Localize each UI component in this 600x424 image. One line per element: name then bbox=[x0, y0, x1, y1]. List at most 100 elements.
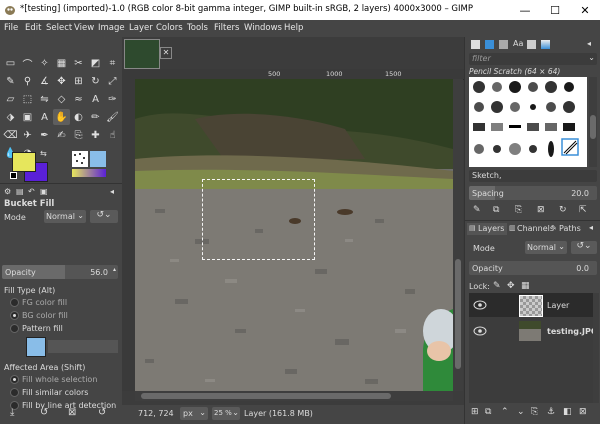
scissors-icon[interactable]: ✂ bbox=[70, 55, 87, 71]
gradients-tab-icon[interactable] bbox=[541, 40, 550, 49]
tab-paths[interactable]: ✎ Paths bbox=[551, 223, 587, 235]
menu-filters[interactable]: Filters bbox=[214, 23, 239, 33]
images-tab-icon[interactable]: ▣ bbox=[40, 187, 48, 196]
layer-list-scrollbar[interactable] bbox=[593, 293, 599, 403]
paths-icon[interactable]: ✎ bbox=[2, 73, 19, 89]
open-brush-icon[interactable]: ⇱ bbox=[579, 205, 587, 215]
mode-reset-button[interactable]: ↺⌄ bbox=[90, 210, 118, 223]
maximize-button[interactable]: ☐ bbox=[540, 0, 570, 20]
layer-row[interactable]: Layer bbox=[469, 293, 593, 317]
tool-options-tab-icon[interactable]: ⚙ bbox=[4, 187, 11, 196]
pattern-preview[interactable] bbox=[90, 151, 106, 167]
warp-icon[interactable]: ≈ bbox=[70, 91, 87, 107]
brush-preview[interactable] bbox=[72, 151, 88, 167]
brush-grid-scroll-thumb[interactable] bbox=[590, 115, 596, 139]
delete-brush-icon[interactable]: ⊠ bbox=[537, 205, 545, 215]
new-layer-group-icon[interactable]: ⊞ bbox=[471, 407, 479, 417]
tab-channels[interactable]: ▥ Channels bbox=[509, 223, 554, 235]
bucket-fill-icon[interactable]: ✋ bbox=[53, 109, 70, 125]
heal-icon[interactable]: ✚ bbox=[87, 127, 104, 143]
restore-options-icon[interactable]: ↺ bbox=[40, 407, 48, 418]
undo-history-tab-icon[interactable]: ↶ bbox=[28, 187, 35, 196]
minimize-button[interactable]: — bbox=[510, 0, 540, 20]
radio-fill-whole[interactable] bbox=[10, 375, 19, 384]
menu-tools[interactable]: Tools bbox=[187, 23, 208, 33]
color-picker-icon[interactable]: ✑ bbox=[104, 91, 121, 107]
magnify-icon[interactable]: ⚲ bbox=[19, 73, 36, 89]
text-icon[interactable]: A bbox=[87, 91, 104, 107]
menu-view[interactable]: View bbox=[74, 23, 94, 33]
layers-opacity-slider[interactable]: Opacity 0.0 bbox=[469, 261, 597, 275]
handle-transform-icon[interactable]: ⬗ bbox=[2, 109, 19, 125]
menu-windows[interactable]: Windows bbox=[244, 23, 282, 33]
radio-fill-similar[interactable] bbox=[10, 388, 19, 397]
new-layer-icon[interactable]: ⧉ bbox=[485, 407, 491, 417]
perspective-icon[interactable]: ⬚ bbox=[19, 91, 36, 107]
dock-menu-icon[interactable]: ◂ bbox=[587, 39, 591, 48]
foreground-color-swatch[interactable] bbox=[12, 152, 36, 172]
radio-pattern-fill[interactable] bbox=[10, 324, 19, 333]
layers-mode-select[interactable]: Normal ⌄ bbox=[525, 241, 567, 254]
eye-icon[interactable] bbox=[473, 300, 487, 310]
duplicate-layer-icon[interactable]: ⎘ bbox=[531, 407, 538, 417]
raise-layer-icon[interactable]: ⌃ bbox=[501, 407, 509, 417]
brush-grid[interactable] bbox=[469, 77, 587, 167]
text-tool-icon[interactable]: A bbox=[36, 109, 53, 125]
save-options-icon[interactable]: ⤓ bbox=[10, 407, 14, 418]
text-tab-icon[interactable]: Aa bbox=[513, 39, 523, 48]
image-canvas[interactable] bbox=[135, 79, 453, 391]
menu-image[interactable]: Image bbox=[98, 23, 125, 33]
flip-icon[interactable]: ⇋ bbox=[36, 91, 53, 107]
select-by-color-icon[interactable]: ▦ bbox=[53, 55, 70, 71]
edit-brush-icon[interactable]: ✎ bbox=[473, 205, 481, 215]
anchor-layer-icon[interactable]: ⚓ bbox=[547, 407, 555, 417]
measure-icon[interactable]: ∡ bbox=[36, 73, 53, 89]
pattern-swatch[interactable] bbox=[26, 337, 46, 357]
align-icon[interactable]: ⊞ bbox=[70, 73, 87, 89]
swap-colors-icon[interactable]: ⇆ bbox=[40, 149, 47, 158]
menu-colors[interactable]: Colors bbox=[156, 23, 183, 33]
radio-bg-fill[interactable] bbox=[10, 311, 19, 320]
paintbrush-icon[interactable]: 🖌 bbox=[104, 109, 121, 125]
close-button[interactable]: ✕ bbox=[570, 0, 600, 20]
default-colors-icon[interactable] bbox=[10, 172, 17, 179]
ink-icon[interactable]: ✒ bbox=[36, 127, 53, 143]
delete-options-icon[interactable]: ⊠ bbox=[68, 407, 76, 418]
vertical-scroll-thumb[interactable] bbox=[455, 259, 461, 369]
menu-select[interactable]: Select bbox=[46, 23, 72, 33]
foreground-select-icon[interactable]: ◩ bbox=[87, 55, 104, 71]
new-brush-icon[interactable]: ⧉ bbox=[493, 205, 499, 215]
smudge-icon[interactable]: ☝ bbox=[104, 127, 121, 143]
scale-icon[interactable]: ⤢ bbox=[104, 73, 121, 89]
patterns-tab-icon[interactable] bbox=[485, 40, 494, 49]
layers-menu-icon[interactable]: ◂ bbox=[589, 223, 593, 232]
horizontal-scroll-thumb[interactable] bbox=[141, 393, 391, 399]
opacity-slider[interactable]: Opacity 56.0 ▴ bbox=[2, 265, 118, 279]
vertical-scrollbar[interactable] bbox=[453, 79, 463, 391]
free-select-icon[interactable]: ⌒ bbox=[19, 55, 36, 71]
pencil-icon[interactable]: ✏ bbox=[87, 109, 104, 125]
horizontal-scrollbar[interactable] bbox=[135, 391, 453, 401]
rotate-icon[interactable]: ↻ bbox=[87, 73, 104, 89]
image-tab[interactable] bbox=[124, 39, 160, 69]
delete-layer-icon[interactable]: ⊠ bbox=[579, 407, 587, 417]
layers-mode-reset-button[interactable]: ↺⌄ bbox=[571, 241, 597, 254]
shear-icon[interactable]: ▱ bbox=[2, 91, 19, 107]
brush-spacing-slider[interactable]: Spacing 20.0 bbox=[469, 186, 597, 200]
reset-options-icon[interactable]: ↺ bbox=[98, 407, 106, 418]
brush-grid-scrollbar[interactable] bbox=[589, 77, 597, 167]
clone-icon[interactable]: ⎘ bbox=[70, 127, 87, 143]
eraser-icon[interactable]: ⌫ bbox=[2, 127, 19, 143]
mask-layer-icon[interactable]: ◧ bbox=[563, 407, 572, 417]
unit-select[interactable]: px ⌄ bbox=[180, 407, 208, 420]
lock-pixels-icon[interactable]: ✎ bbox=[493, 281, 501, 291]
radio-fg-fill[interactable] bbox=[10, 298, 19, 307]
crop-icon[interactable]: ⌗ bbox=[104, 55, 121, 71]
duplicate-brush-icon[interactable]: ⎘ bbox=[515, 205, 522, 215]
pattern-name-field[interactable] bbox=[48, 340, 118, 353]
rect-select-icon[interactable]: ▭ bbox=[2, 55, 19, 71]
move-icon[interactable]: ✥ bbox=[53, 73, 70, 89]
airbrush-icon[interactable]: ✈ bbox=[19, 127, 36, 143]
lock-alpha-icon[interactable]: ▦ bbox=[521, 281, 530, 291]
brush-filter-input[interactable]: filter ⌄ bbox=[469, 53, 597, 65]
